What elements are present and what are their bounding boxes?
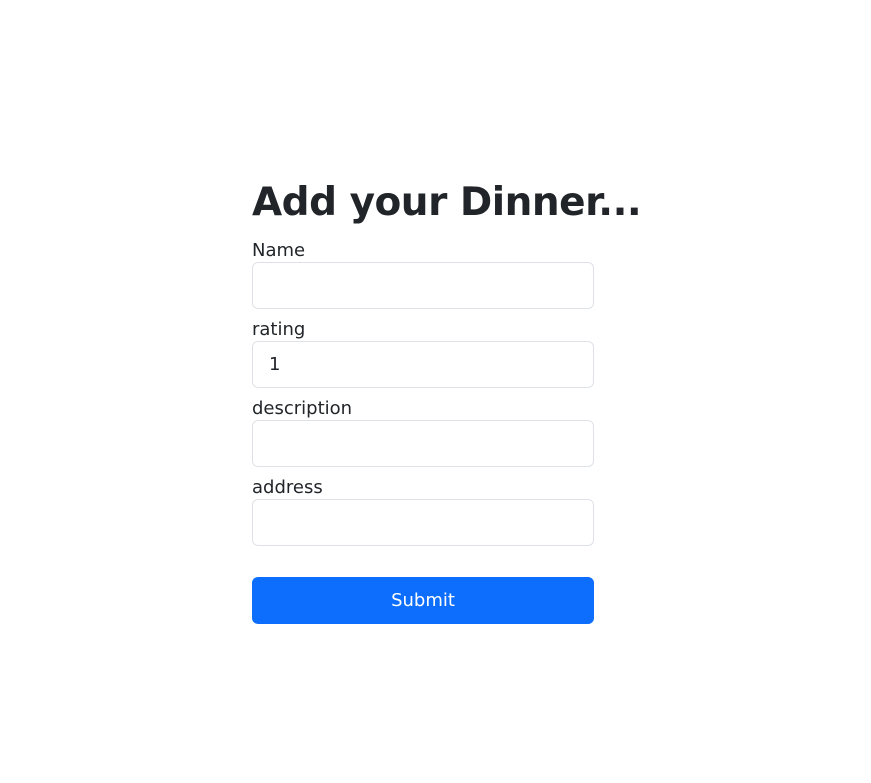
rating-field-group: rating — [252, 318, 594, 388]
address-input[interactable] — [252, 499, 594, 546]
address-field-group: address — [252, 476, 594, 546]
page-title: Add your Dinner... — [252, 180, 642, 225]
description-label: description — [252, 398, 353, 419]
name-input[interactable] — [252, 262, 594, 309]
address-label: address — [252, 477, 323, 498]
description-field-group: description — [252, 397, 594, 467]
submit-button[interactable]: Submit — [252, 577, 594, 624]
rating-label: rating — [252, 319, 306, 340]
name-label: Name — [252, 240, 306, 261]
add-dinner-form: Add your Dinner... Name rating descripti… — [252, 176, 642, 624]
rating-input[interactable] — [252, 341, 594, 388]
description-input[interactable] — [252, 420, 594, 467]
name-field-group: Name — [252, 239, 594, 309]
